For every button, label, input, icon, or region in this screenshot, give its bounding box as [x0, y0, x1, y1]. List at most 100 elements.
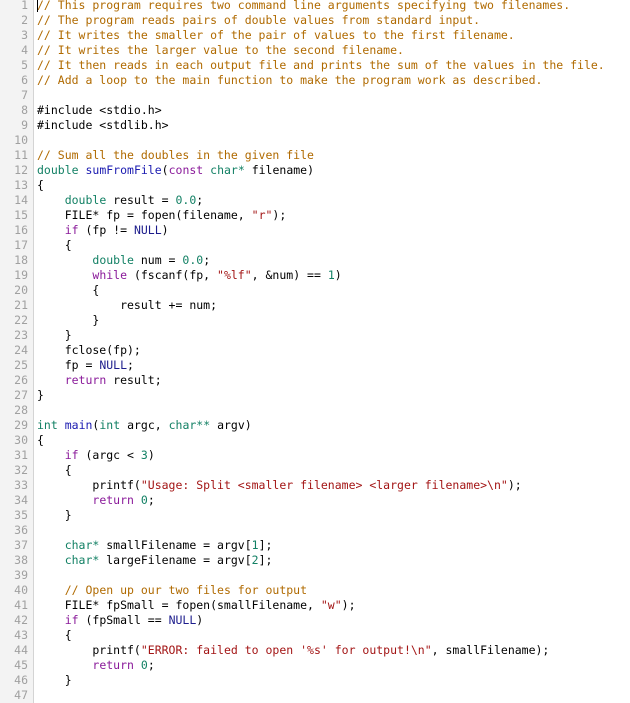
- keyword-token: const: [168, 163, 204, 177]
- code-line[interactable]: 5 // It then reads in each output file an…: [0, 58, 630, 73]
- function-name-token: main: [64, 418, 93, 432]
- code-line[interactable]: 4 // It writes the larger value to the se…: [0, 43, 630, 58]
- line-number: 43: [14, 628, 28, 642]
- line-number: 6: [21, 73, 28, 87]
- code-line[interactable]: 31 if (argc < 3): [0, 448, 630, 463]
- comment-token: // It writes the larger value to the sec…: [37, 43, 404, 57]
- code-text: ;: [203, 253, 211, 267]
- code-line[interactable]: 13 {: [0, 178, 630, 193]
- code-line[interactable]: 42 if (fpSmall == NULL): [0, 613, 630, 628]
- code-text: FILE* fp = fopen(filename,: [37, 208, 252, 222]
- comment-token: // The program reads pairs of double val…: [37, 13, 481, 27]
- code-line[interactable]: 34 return 0;: [0, 493, 630, 508]
- line-code: if (fpSmall == NULL): [37, 613, 204, 628]
- code-line[interactable]: 3 // It writes the smaller of the pair of…: [0, 28, 630, 43]
- line-code: {: [37, 463, 72, 478]
- code-line[interactable]: 35 }: [0, 508, 630, 523]
- code-line[interactable]: 38 char* largeFilename = argv[2];: [0, 553, 630, 568]
- comment-token: // Open up our two files for output: [64, 583, 308, 597]
- type-token: double: [37, 163, 79, 177]
- number-literal: 0: [140, 658, 148, 672]
- line-code: double result = 0.0;: [37, 193, 204, 208]
- number-literal: 0.0: [182, 253, 204, 267]
- code-line[interactable]: 24 fclose(fp);: [0, 343, 630, 358]
- code-line[interactable]: 29 int main(int argc, char** argv): [0, 418, 630, 433]
- code-lines[interactable]: 1 // This program requires two command li…: [0, 0, 630, 703]
- keyword-token: return: [64, 373, 107, 387]
- line-code: // It then reads in each output file and…: [37, 58, 605, 73]
- code-text: ;: [147, 493, 155, 507]
- line-number: 44: [14, 643, 28, 657]
- code-line[interactable]: 2 // The program reads pairs of double va…: [0, 13, 630, 28]
- code-line[interactable]: 44 printf("ERROR: failed to open '%s' fo…: [0, 643, 630, 658]
- code-line[interactable]: 46 }: [0, 673, 630, 688]
- code-line[interactable]: 33 printf("Usage: Split <smaller filenam…: [0, 478, 630, 493]
- keyword-token: if: [64, 613, 79, 627]
- code-text: }: [37, 388, 44, 402]
- code-line[interactable]: 14 double result = 0.0;: [0, 193, 630, 208]
- code-line[interactable]: 23 }: [0, 328, 630, 343]
- line-number: 21: [14, 298, 28, 312]
- code-line[interactable]: 32 {: [0, 463, 630, 478]
- line-number: 8: [21, 103, 28, 117]
- line-number: 25: [14, 358, 28, 372]
- code-line[interactable]: 36: [0, 523, 630, 538]
- code-text: {: [37, 628, 72, 642]
- code-text: ];: [258, 553, 273, 567]
- code-line[interactable]: 10: [0, 133, 630, 148]
- line-code: char* largeFilename = argv[2];: [37, 553, 273, 568]
- line-code: result += num;: [37, 298, 217, 313]
- code-line[interactable]: 27}: [0, 388, 630, 403]
- line-code: printf("Usage: Split <smaller filename> …: [37, 478, 521, 493]
- code-text: FILE* fpSmall = fopen(smallFilename,: [37, 598, 321, 612]
- code-line[interactable]: 47: [0, 688, 630, 703]
- code-line[interactable]: 19 while (fscanf(fp, "%lf", &num) == 1): [0, 268, 630, 283]
- type-token: double: [92, 253, 134, 267]
- code-line[interactable]: 6 // Add a loop to the main function to m…: [0, 73, 630, 88]
- code-line[interactable]: 8 #include <stdio.h>: [0, 103, 630, 118]
- number-literal: 1: [251, 538, 259, 552]
- code-text: );: [341, 598, 356, 612]
- line-number: 40: [14, 583, 28, 597]
- line-number: 23: [14, 328, 28, 342]
- code-line[interactable]: 40 // Open up our two files for output: [0, 583, 630, 598]
- code-line[interactable]: 20 {: [0, 283, 630, 298]
- code-editor[interactable]: 1 // This program requires two command li…: [0, 0, 630, 703]
- code-line[interactable]: 30 {: [0, 433, 630, 448]
- code-line[interactable]: 9 #include <stdlib.h>: [0, 118, 630, 133]
- line-number: 26: [14, 373, 28, 387]
- code-line[interactable]: 12 double sumFromFile(const char* filenam…: [0, 163, 630, 178]
- code-line[interactable]: 43 {: [0, 628, 630, 643]
- code-line[interactable]: 28: [0, 403, 630, 418]
- code-line[interactable]: 1 // This program requires two command li…: [0, 0, 630, 13]
- code-text: ;: [196, 193, 204, 207]
- code-line[interactable]: 45 return 0;: [0, 658, 630, 673]
- code-line[interactable]: 11 // Sum all the doubles in the given fi…: [0, 148, 630, 163]
- code-line[interactable]: 39: [0, 568, 630, 583]
- code-text: ): [334, 268, 342, 282]
- code-line[interactable]: 18 double num = 0.0;: [0, 253, 630, 268]
- code-line[interactable]: 15 FILE* fp = fopen(filename, "r");: [0, 208, 630, 223]
- code-line[interactable]: 16 if (fp != NULL): [0, 223, 630, 238]
- line-number: 34: [14, 493, 28, 507]
- code-line[interactable]: 41 FILE* fpSmall = fopen(smallFilename, …: [0, 598, 630, 613]
- code-line[interactable]: 21 result += num;: [0, 298, 630, 313]
- code-line[interactable]: 37 char* smallFilename = argv[1];: [0, 538, 630, 553]
- code-line[interactable]: 7: [0, 88, 630, 103]
- code-line[interactable]: 22 }: [0, 313, 630, 328]
- line-number: 13: [14, 178, 28, 192]
- null-constant: NULL: [168, 613, 197, 627]
- code-line[interactable]: 26 return result;: [0, 373, 630, 388]
- code-line[interactable]: 25 fp = NULL;: [0, 358, 630, 373]
- code-text: fp =: [37, 358, 100, 372]
- code-text: (fp !=: [78, 223, 134, 237]
- line-number: 31: [14, 448, 28, 462]
- line-number: 14: [14, 193, 28, 207]
- code-line[interactable]: 17 {: [0, 238, 630, 253]
